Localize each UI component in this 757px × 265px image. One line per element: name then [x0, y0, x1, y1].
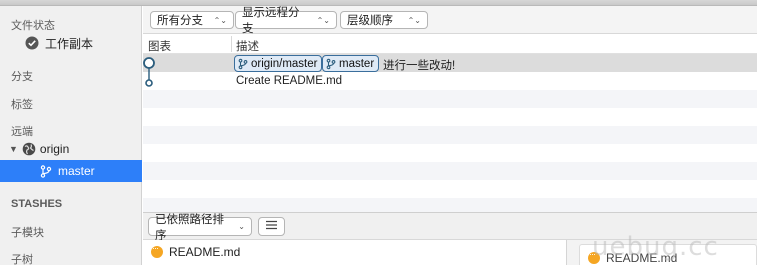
chevron-down-icon: ⌄ — [238, 222, 245, 231]
empty-row — [143, 126, 757, 144]
table-header: 图表 描述 — [143, 34, 757, 54]
file-list: README.md — [143, 240, 567, 265]
dropdown-value: 显示远程分支 — [242, 7, 300, 35]
empty-row — [143, 180, 757, 198]
column-header-description[interactable]: 描述 — [236, 38, 259, 54]
chevron-updown-icon: ⌃⌄ — [407, 15, 421, 25]
empty-row — [143, 162, 757, 180]
dropdown-value: 已依照路径排序 — [155, 213, 224, 242]
remote-filter-dropdown[interactable]: 显示远程分支 ⌃⌄ — [235, 7, 337, 35]
tag-label: origin/master — [251, 57, 318, 70]
file-name: README.md — [169, 245, 241, 259]
sidebar-heading-tags[interactable]: 标签 — [11, 96, 33, 112]
sidebar-heading-submodules[interactable]: 子模块 — [11, 224, 44, 240]
dropdown-value: 层级顺序 — [347, 15, 393, 27]
file-row[interactable]: README.md — [143, 242, 567, 262]
empty-row — [143, 144, 757, 162]
empty-row — [143, 90, 757, 108]
branch-tag-origin-master[interactable]: origin/master — [234, 55, 323, 72]
list-icon — [265, 220, 278, 233]
commit-graph — [143, 57, 155, 87]
commit-message: 进行一些改动! — [383, 60, 456, 72]
list-view-button[interactable] — [258, 217, 285, 236]
commit-table: 图表 描述 origin/master master 进行一些改动! Creat… — [143, 34, 757, 212]
commit-node-head[interactable] — [143, 57, 155, 69]
order-dropdown[interactable]: 层级顺序 ⌃⌄ — [340, 11, 428, 29]
checkmark-circle-icon — [25, 36, 39, 50]
chevron-updown-icon: ⌃⌄ — [213, 15, 227, 25]
commit-message: Create README.md — [236, 75, 343, 87]
dropdown-value: 所有分支 — [157, 15, 203, 27]
sidebar-item-label: origin — [39, 142, 70, 156]
empty-row — [143, 198, 757, 212]
watermark: uebug.cc — [592, 232, 719, 262]
column-divider[interactable] — [231, 36, 232, 52]
commit-node[interactable] — [145, 79, 153, 87]
filter-bar: 所有分支 ⌃⌄ 显示远程分支 ⌃⌄ 层级顺序 ⌃⌄ — [143, 6, 757, 35]
sidebar-heading-workspace: 文件状态 — [11, 20, 55, 32]
table-row[interactable]: origin/master master 进行一些改动! — [143, 54, 757, 72]
table-row[interactable]: Create README.md — [143, 72, 757, 90]
sidebar-item-master[interactable]: master — [0, 160, 142, 182]
tag-label: master — [339, 57, 375, 70]
sidebar-heading-remotes[interactable]: 远端 — [11, 123, 33, 139]
sort-dropdown[interactable]: 已依照路径排序 ⌄ — [148, 214, 252, 242]
modified-file-icon — [151, 243, 163, 258]
globe-icon — [22, 142, 36, 156]
sidebar-heading-branches[interactable]: 分支 — [11, 68, 33, 84]
chevron-updown-icon: ⌃⌄ — [316, 15, 330, 25]
sidebar-heading-subtrees[interactable]: 子树 — [11, 251, 33, 265]
branch-filter-dropdown[interactable]: 所有分支 ⌃⌄ — [150, 11, 234, 29]
sidebar-item-origin[interactable]: ▼ origin — [0, 139, 142, 159]
column-header-graph[interactable]: 图表 — [148, 38, 171, 54]
sidebar-item-label: master — [58, 164, 95, 178]
empty-row — [143, 108, 757, 126]
disclosure-triangle-icon[interactable]: ▼ — [9, 144, 18, 154]
branch-tag-master[interactable]: master — [322, 55, 380, 72]
sidebar-heading-stashes[interactable]: STASHES — [11, 198, 62, 210]
sidebar-item-label: 工作副本 — [45, 36, 94, 51]
branch-icon — [326, 58, 336, 70]
sidebar: 文件状态 工作副本 分支 标签 远端 ▼ origin master STASH… — [0, 6, 142, 265]
sidebar-item-working-copy[interactable]: 工作副本 — [0, 33, 142, 53]
branch-icon — [40, 164, 52, 178]
branch-icon — [238, 58, 248, 70]
